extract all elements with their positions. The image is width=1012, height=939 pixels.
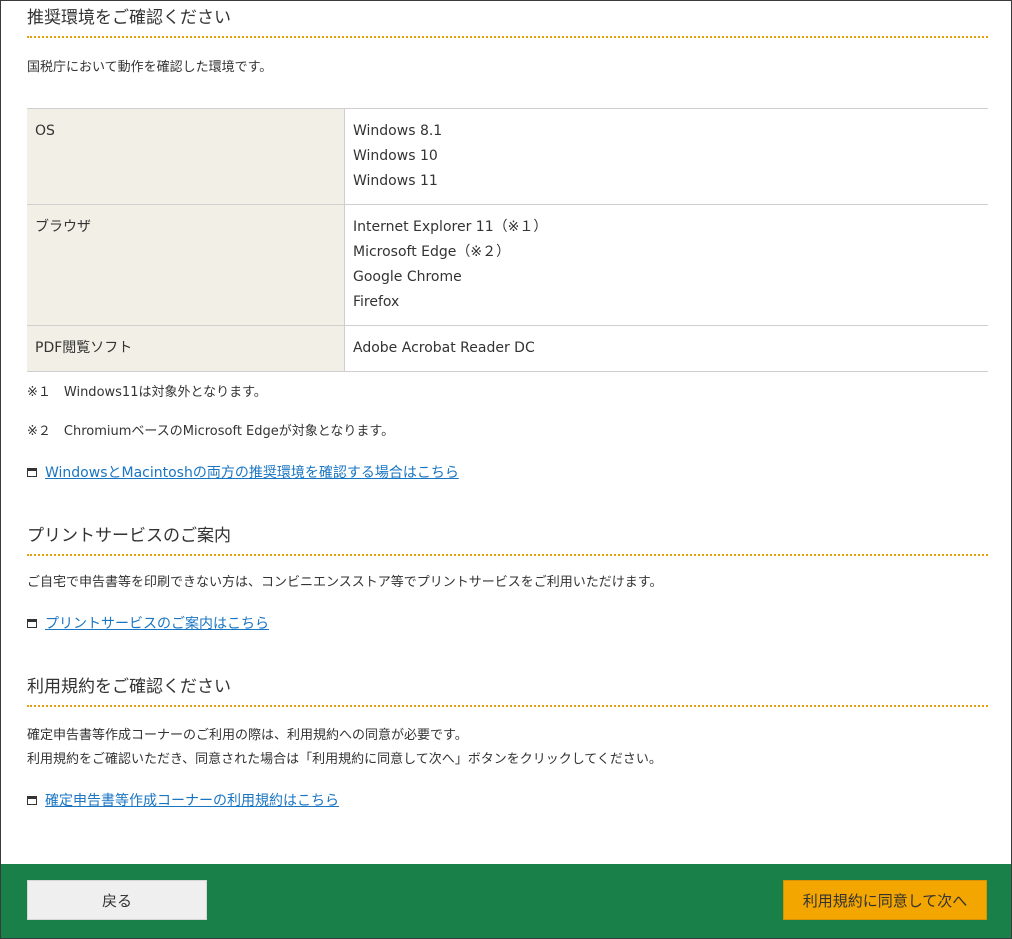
terms-link-row: 確定申告書等作成コーナーの利用規約はこちら	[27, 790, 339, 810]
table-value: Windows 10	[353, 148, 438, 164]
table-row-values: Internet Explorer 11（※１） Microsoft Edge（…	[344, 204, 988, 326]
table-row-label: PDF閲覧ソフト	[27, 325, 345, 372]
agree-next-button[interactable]: 利用規約に同意して次へ	[783, 880, 987, 920]
environment-link-row: WindowsとMacintoshの両方の推奨環境を確認する場合はこちら	[27, 462, 459, 482]
new-window-icon	[27, 467, 37, 477]
new-window-icon	[27, 795, 37, 805]
table-value: Windows 8.1	[353, 123, 443, 139]
table-row: ブラウザ Internet Explorer 11（※１） Microsoft …	[27, 204, 988, 326]
terms-link[interactable]: 確定申告書等作成コーナーの利用規約はこちら	[45, 790, 339, 810]
note-1: ※１ Windows11は対象外となります。	[27, 385, 267, 400]
table-value: Microsoft Edge（※２）	[353, 244, 511, 260]
table-row-values: Windows 8.1 Windows 10 Windows 11	[344, 108, 988, 205]
new-window-icon	[27, 618, 37, 628]
print-link-row: プリントサービスのご案内はこちら	[27, 613, 269, 633]
table-row-values: Adobe Acrobat Reader DC	[344, 325, 988, 372]
footer-bar: 戻る 利用規約に同意して次へ	[1, 864, 1011, 938]
table-value: Adobe Acrobat Reader DC	[353, 340, 535, 356]
table-row: OS Windows 8.1 Windows 10 Windows 11	[27, 108, 988, 205]
environment-link[interactable]: WindowsとMacintoshの両方の推奨環境を確認する場合はこちら	[45, 462, 459, 482]
section-title-terms: 利用規約をご確認ください	[27, 676, 988, 707]
terms-text-1: 確定申告書等作成コーナーのご利用の際は、利用規約への同意が必要です。	[27, 728, 468, 743]
page-frame: 推奨環境をご確認ください 国税庁において動作を確認した環境です。 OS Wind…	[0, 0, 1012, 939]
print-link[interactable]: プリントサービスのご案内はこちら	[45, 613, 269, 633]
terms-text-2: 利用規約をご確認いただき、同意された場合は「利用規約に同意して次へ」ボタンをクリ…	[27, 752, 662, 767]
section-title-environment: 推奨環境をご確認ください	[27, 7, 988, 38]
table-value: Internet Explorer 11（※１）	[353, 219, 548, 235]
environment-intro: 国税庁において動作を確認した環境です。	[27, 60, 273, 75]
section-title-print: プリントサービスのご案内	[27, 525, 988, 556]
table-value: Windows 11	[353, 173, 438, 189]
table-row-label: ブラウザ	[27, 204, 345, 326]
table-value: Google Chrome	[353, 269, 462, 285]
note-2: ※２ ChromiumベースのMicrosoft Edgeが対象となります。	[27, 424, 395, 439]
print-text: ご自宅で申告書等を印刷できない方は、コンビニエンスストア等でプリントサービスをご…	[27, 575, 663, 590]
table-value: Firefox	[353, 294, 400, 310]
back-button[interactable]: 戻る	[27, 880, 207, 920]
table-row-label: OS	[27, 108, 345, 205]
table-row: PDF閲覧ソフト Adobe Acrobat Reader DC	[27, 325, 988, 372]
environment-table: OS Windows 8.1 Windows 10 Windows 11 ブラウ…	[27, 108, 988, 372]
